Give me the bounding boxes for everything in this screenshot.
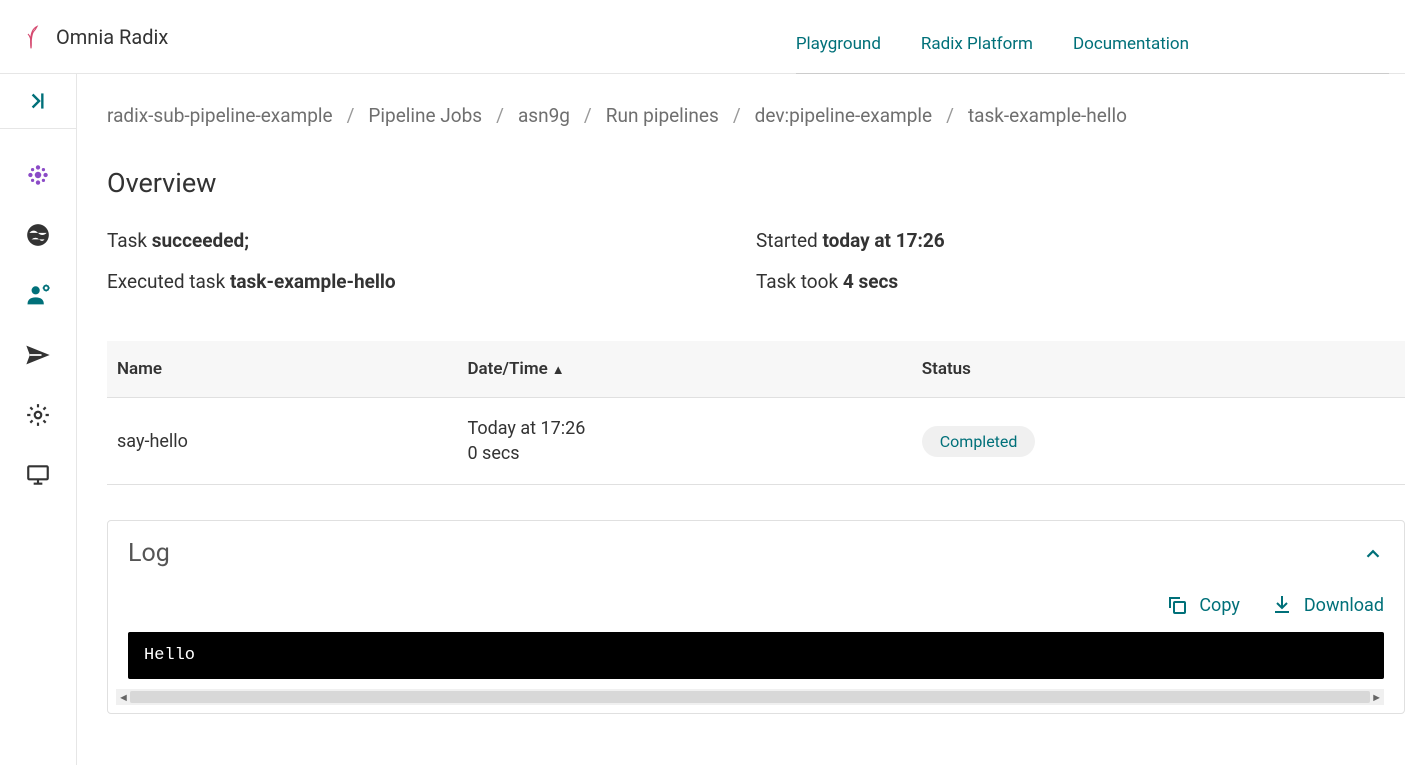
duration-value: 4 secs bbox=[843, 270, 898, 293]
executed-prefix: Executed task bbox=[107, 270, 230, 293]
logo-area[interactable]: Omnia Radix bbox=[16, 22, 168, 52]
sidebar-item-world[interactable] bbox=[24, 221, 52, 249]
cell-status: Completed bbox=[912, 398, 1405, 485]
sidebar-item-monitor[interactable] bbox=[24, 461, 52, 489]
log-panel: Log Copy bbox=[107, 520, 1405, 714]
topnav: Playground Radix Platform Documentation bbox=[796, 24, 1389, 74]
main-content: radix-sub-pipeline-example / Pipeline Jo… bbox=[77, 74, 1405, 765]
task-status: succeeded; bbox=[152, 229, 249, 252]
col-status-label: Status bbox=[922, 359, 971, 379]
breadcrumb-separator: / bbox=[733, 104, 741, 127]
log-console: Hello bbox=[128, 632, 1384, 679]
sort-asc-icon: ▲ bbox=[552, 363, 565, 378]
cell-datetime-line2: 0 secs bbox=[467, 441, 901, 466]
scroll-left-icon[interactable]: ◄ bbox=[116, 689, 131, 706]
started-line: Started today at 17:26 bbox=[756, 229, 1405, 252]
started-value: today at 17:26 bbox=[822, 229, 944, 252]
sidebar-item-hub[interactable] bbox=[24, 161, 52, 189]
download-icon bbox=[1270, 593, 1294, 617]
copy-label: Copy bbox=[1199, 595, 1240, 616]
cell-datetime-line1: Today at 17:26 bbox=[467, 416, 901, 441]
breadcrumb-item-0[interactable]: radix-sub-pipeline-example bbox=[107, 104, 333, 127]
scroll-thumb[interactable] bbox=[130, 691, 1370, 703]
sidebar-item-send[interactable] bbox=[24, 341, 52, 369]
collapse-log-button[interactable] bbox=[1362, 543, 1384, 565]
breadcrumb-item-1[interactable]: Pipeline Jobs bbox=[368, 104, 482, 127]
cell-name: say-hello bbox=[107, 398, 457, 485]
nav-playground[interactable]: Playground bbox=[796, 34, 881, 62]
status-badge: Completed bbox=[922, 426, 1036, 457]
executed-task-line: Executed task task-example-hello bbox=[107, 270, 756, 293]
log-title: Log bbox=[128, 539, 170, 568]
task-status-line: Task succeeded; bbox=[107, 229, 756, 252]
executed-name: task-example-hello bbox=[230, 270, 396, 293]
breadcrumb-separator: / bbox=[347, 104, 355, 127]
cell-datetime: Today at 17:26 0 secs bbox=[457, 398, 911, 485]
breadcrumb-separator: / bbox=[496, 104, 504, 127]
col-name-label: Name bbox=[117, 359, 162, 379]
download-label: Download bbox=[1304, 595, 1384, 616]
page-title: Overview bbox=[107, 167, 1405, 199]
breadcrumb-separator: / bbox=[584, 104, 592, 127]
horizontal-scrollbar[interactable]: ◄ ► bbox=[116, 689, 1384, 705]
summary: Task succeeded; Executed task task-examp… bbox=[107, 229, 1405, 311]
col-status[interactable]: Status bbox=[912, 341, 1405, 398]
table-row[interactable]: say-hello Today at 17:26 0 secs Complete… bbox=[107, 398, 1405, 485]
breadcrumb-item-3[interactable]: Run pipelines bbox=[606, 104, 719, 127]
sidebar bbox=[0, 74, 77, 765]
col-datetime[interactable]: Date/Time ▲ bbox=[457, 341, 911, 398]
started-prefix: Started bbox=[756, 229, 822, 252]
breadcrumb-item-5[interactable]: task-example-hello bbox=[968, 104, 1127, 127]
sidebar-expand-button[interactable] bbox=[0, 74, 76, 129]
copy-button[interactable]: Copy bbox=[1165, 593, 1240, 617]
breadcrumb-item-2[interactable]: asn9g bbox=[518, 104, 570, 127]
duration-prefix: Task took bbox=[756, 270, 843, 293]
sidebar-item-engineer[interactable] bbox=[24, 281, 52, 309]
scroll-right-icon[interactable]: ► bbox=[1369, 689, 1384, 706]
breadcrumb: radix-sub-pipeline-example / Pipeline Jo… bbox=[107, 104, 1405, 127]
copy-icon bbox=[1165, 593, 1189, 617]
brand-text: Omnia Radix bbox=[56, 25, 168, 49]
topbar: Omnia Radix Playground Radix Platform Do… bbox=[0, 0, 1405, 74]
steps-table: Name Date/Time ▲ Status say-hello Today a… bbox=[107, 341, 1405, 485]
breadcrumb-item-4[interactable]: dev:pipeline-example bbox=[755, 104, 932, 127]
col-datetime-label: Date/Time bbox=[467, 359, 547, 379]
sidebar-item-settings[interactable] bbox=[24, 401, 52, 429]
logo-icon bbox=[16, 22, 46, 52]
nav-documentation[interactable]: Documentation bbox=[1073, 34, 1189, 62]
task-prefix: Task bbox=[107, 229, 152, 252]
download-button[interactable]: Download bbox=[1270, 593, 1384, 617]
col-name[interactable]: Name bbox=[107, 341, 457, 398]
duration-line: Task took 4 secs bbox=[756, 270, 1405, 293]
nav-platform[interactable]: Radix Platform bbox=[921, 34, 1033, 62]
breadcrumb-separator: / bbox=[946, 104, 954, 127]
